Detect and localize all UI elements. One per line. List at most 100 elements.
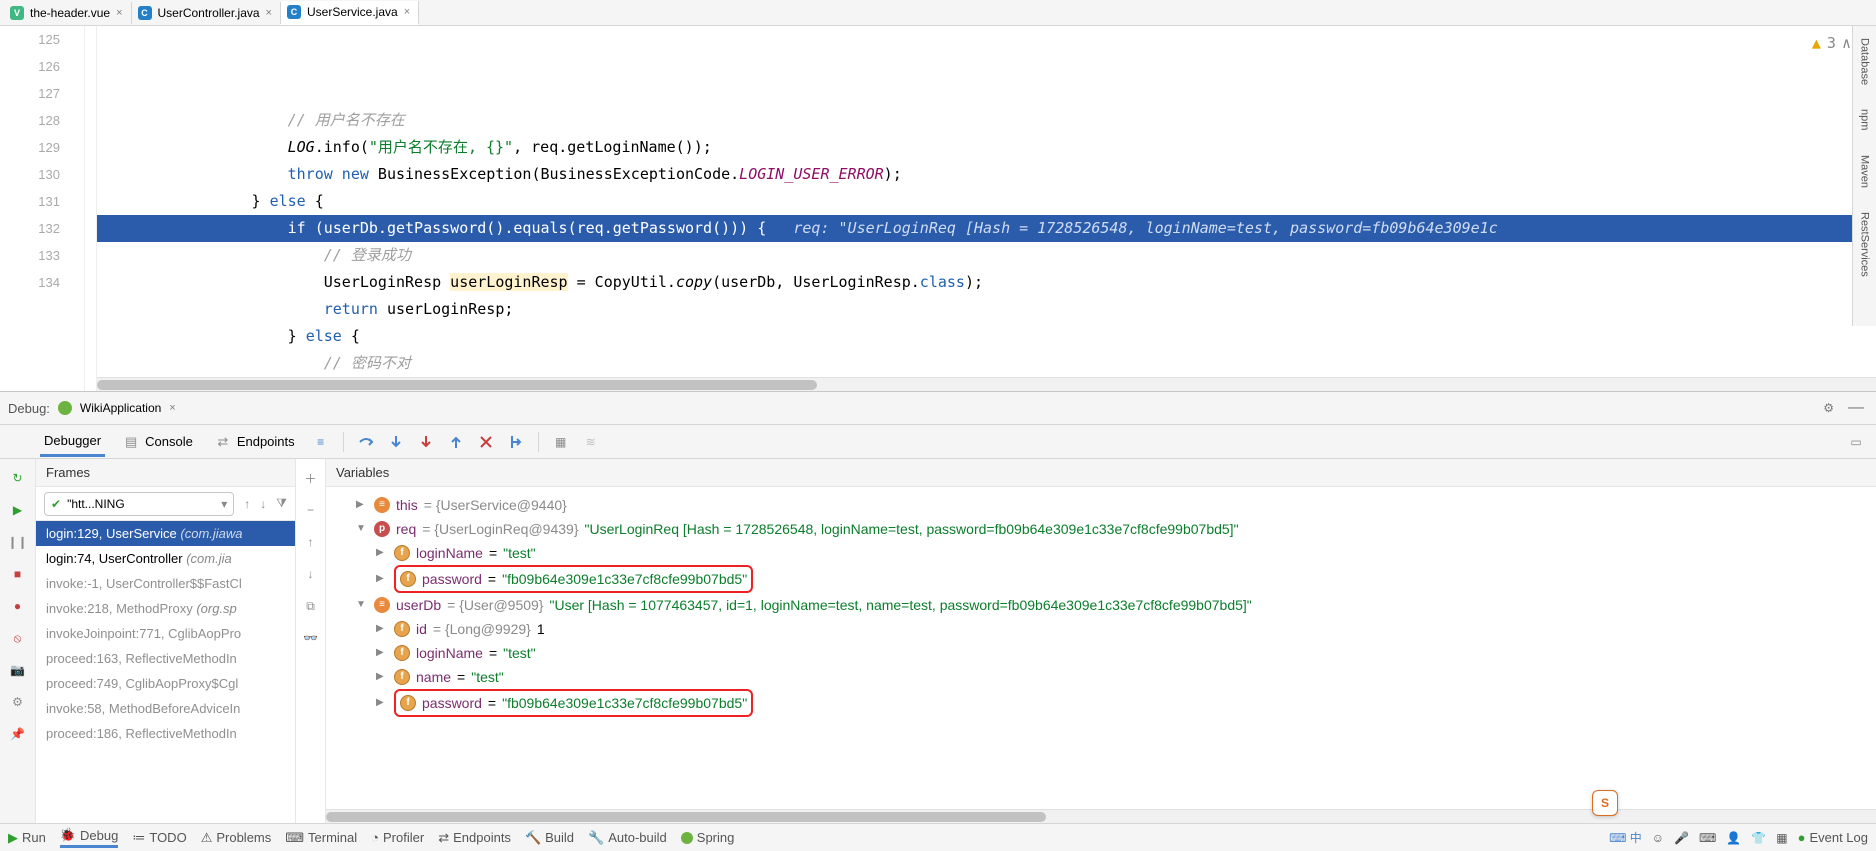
code-editor[interactable]: 125126127128129130131132133134 ▲ 3 ∧ ∨ /…: [0, 26, 1876, 391]
debug-button[interactable]: 🐞Debug: [60, 827, 119, 848]
run-to-cursor-icon[interactable]: [508, 434, 524, 450]
close-icon[interactable]: ×: [404, 6, 410, 18]
build-button[interactable]: 🔨Build: [525, 830, 574, 846]
code-body[interactable]: ▲ 3 ∧ ∨ // 用户名不存在 LOG.info("用户名不存在, {}",…: [97, 26, 1876, 391]
drop-frame-icon[interactable]: [478, 434, 494, 450]
camera-icon[interactable]: 📷: [9, 661, 27, 679]
step-over-icon[interactable]: [358, 434, 374, 450]
frame-row[interactable]: invoke:218, MethodProxy (org.sp: [36, 596, 295, 621]
variable-row[interactable]: ▼p req = {UserLoginReq@9439} "UserLoginR…: [332, 517, 1870, 541]
emoji-icon[interactable]: ☺: [1652, 831, 1664, 845]
copy-icon[interactable]: ⧉: [302, 597, 320, 615]
variable-row[interactable]: ▼≡ userDb = {User@9509} "User [Hash = 10…: [332, 593, 1870, 617]
console-icon: ▤: [123, 434, 139, 450]
horizontal-scrollbar[interactable]: [97, 377, 1876, 391]
frame-row[interactable]: invoke:58, MethodBeforeAdviceIn: [36, 696, 295, 721]
profiler-button[interactable]: ◔Profiler: [371, 830, 424, 845]
settings-icon[interactable]: ⚙: [9, 693, 27, 711]
tab-the-header[interactable]: V the-header.vue ×: [4, 2, 132, 24]
spring-button[interactable]: Spring: [681, 830, 735, 845]
status-bar: ▶Run 🐞Debug ≔TODO ⚠Problems ⌨Terminal ◔P…: [0, 823, 1876, 851]
tab-user-service[interactable]: C UserService.java ×: [281, 1, 419, 25]
endpoints-icon: ⇄: [215, 434, 231, 450]
down-icon[interactable]: ↓: [302, 565, 320, 583]
editor-tabs: V the-header.vue × C UserController.java…: [0, 0, 1876, 26]
tab-debugger[interactable]: Debugger: [40, 427, 105, 457]
maven-tab[interactable]: Maven: [1859, 155, 1871, 188]
frame-row[interactable]: login:129, UserService (com.jiawa: [36, 521, 295, 546]
variable-row[interactable]: ▶f name = "test": [332, 665, 1870, 689]
trace-icon[interactable]: ≋: [583, 434, 599, 450]
frame-row[interactable]: invoke:-1, UserController$$FastCl: [36, 571, 295, 596]
close-icon[interactable]: ×: [169, 402, 175, 414]
debug-toolwindow-header: Debug: WikiApplication × ⚙ —: [0, 391, 1876, 425]
ime-badge[interactable]: ⌨ 中: [1609, 829, 1642, 846]
thread-selector[interactable]: ✔ "htt...NING ▾: [44, 492, 234, 516]
rerun-icon[interactable]: ↻: [9, 469, 27, 487]
grid-icon[interactable]: ▦: [1776, 831, 1787, 845]
frame-row[interactable]: proceed:163, ReflectiveMethodIn: [36, 646, 295, 671]
resume-icon[interactable]: ▶: [9, 501, 27, 519]
minimize-icon[interactable]: —: [1848, 399, 1864, 417]
tab-user-controller[interactable]: C UserController.java ×: [132, 2, 281, 24]
pin-icon[interactable]: 📌: [9, 725, 27, 743]
problems-button[interactable]: ⚠Problems: [201, 830, 272, 846]
variable-row[interactable]: ▶f password = "fb09b64e309e1c33e7cf8cfe9…: [332, 565, 1870, 593]
tab-label: UserController.java: [158, 6, 260, 20]
frame-row[interactable]: proceed:749, CglibAopProxy$Cgl: [36, 671, 295, 696]
remove-watch-icon[interactable]: −: [302, 501, 320, 519]
frame-row[interactable]: login:74, UserController (com.jia: [36, 546, 295, 571]
mic-icon[interactable]: 🎤: [1674, 831, 1689, 845]
chevron-up-icon[interactable]: ∧: [1842, 30, 1851, 57]
endpoints-button[interactable]: ⇄Endpoints: [438, 830, 511, 846]
vue-icon: V: [10, 6, 24, 20]
variable-row[interactable]: ▶f loginName = "test": [332, 641, 1870, 665]
fold-bar[interactable]: [85, 26, 97, 391]
npm-tab[interactable]: npm: [1859, 109, 1871, 130]
variable-row[interactable]: ▶f id = {Long@9929} 1: [332, 617, 1870, 641]
database-tab[interactable]: Database: [1859, 38, 1871, 85]
close-icon[interactable]: ×: [116, 7, 122, 19]
pause-icon[interactable]: ❙❙: [9, 533, 27, 551]
variables-tree[interactable]: ▶≡ this = {UserService@9440}▼p req = {Us…: [326, 487, 1876, 809]
next-frame-icon[interactable]: ↓: [260, 497, 266, 511]
tab-label: Endpoints: [237, 434, 295, 449]
variable-row[interactable]: ▶≡ this = {UserService@9440}: [332, 493, 1870, 517]
horizontal-scrollbar[interactable]: [326, 809, 1876, 823]
step-into-icon[interactable]: [388, 434, 404, 450]
todo-button[interactable]: ≔TODO: [132, 830, 186, 846]
frames-toolbar: ✔ "htt...NING ▾ ↑ ↓ ⧩: [36, 487, 295, 521]
gear-icon[interactable]: ⚙: [1823, 401, 1834, 415]
user-icon[interactable]: 👤: [1726, 831, 1741, 845]
close-icon[interactable]: ×: [266, 7, 272, 19]
event-log-button[interactable]: ●Event Log: [1798, 830, 1868, 845]
tab-endpoints[interactable]: ⇄ Endpoints: [211, 428, 299, 456]
terminal-button[interactable]: ⌨Terminal: [285, 830, 357, 846]
frame-list[interactable]: login:129, UserService (com.jiawalogin:7…: [36, 521, 295, 823]
filter-icon[interactable]: ⧩: [276, 496, 287, 511]
add-watch-icon[interactable]: ＋: [302, 469, 320, 487]
keyboard-icon[interactable]: ⌨: [1699, 831, 1716, 845]
frame-row[interactable]: proceed:186, ReflectiveMethodIn: [36, 721, 295, 746]
layout-icon[interactable]: ▭: [1848, 434, 1864, 450]
shirt-icon[interactable]: 👕: [1751, 831, 1766, 845]
stop-icon[interactable]: ■: [9, 565, 27, 583]
rest-tab[interactable]: RestServices: [1859, 212, 1871, 277]
glasses-icon[interactable]: 👓: [302, 629, 320, 647]
run-button[interactable]: ▶Run: [8, 830, 46, 846]
frame-row[interactable]: invokeJoinpoint:771, CglibAopPro: [36, 621, 295, 646]
evaluate-icon[interactable]: ▦: [553, 434, 569, 450]
threads-icon[interactable]: ≡: [313, 434, 329, 450]
force-step-into-icon[interactable]: [418, 434, 434, 450]
breakpoints-icon[interactable]: ●: [9, 597, 27, 615]
run-config-name[interactable]: WikiApplication: [80, 401, 161, 415]
tab-console[interactable]: ▤ Console: [119, 428, 197, 456]
autobuild-button[interactable]: 🔧Auto-build: [588, 830, 667, 846]
up-icon[interactable]: ↑: [302, 533, 320, 551]
mute-breakpoints-icon[interactable]: ⦸: [9, 629, 27, 647]
variable-row[interactable]: ▶f loginName = "test": [332, 541, 1870, 565]
sogou-ime-badge[interactable]: S: [1592, 790, 1618, 816]
prev-frame-icon[interactable]: ↑: [244, 497, 250, 511]
variable-row[interactable]: ▶f password = "fb09b64e309e1c33e7cf8cfe9…: [332, 689, 1870, 717]
step-out-icon[interactable]: [448, 434, 464, 450]
